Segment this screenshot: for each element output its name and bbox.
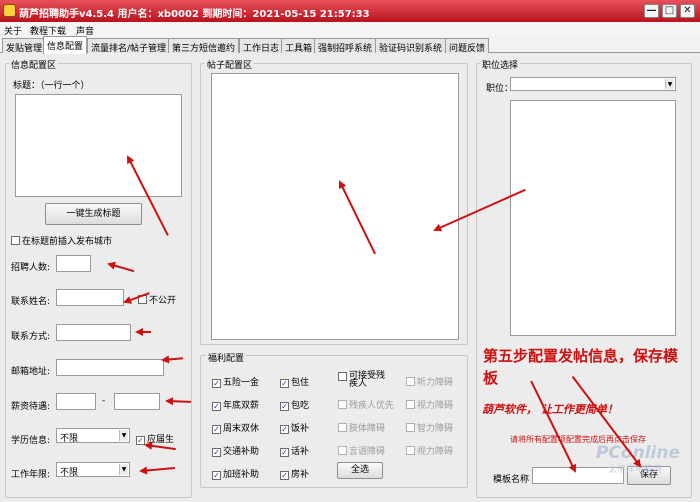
menu-bar: 关于 教程下载 声音: [0, 22, 700, 37]
tab-traffic-ranking[interactable]: 流量排名/帖子管理: [87, 38, 171, 54]
welfare-label: 五险一金: [223, 378, 260, 388]
post-config-group-label: 帖子配置区: [205, 58, 255, 71]
window-title: 葫芦招聘助手v4.5.4 用户名：xb0002 到期时间：2021-05-15 …: [19, 9, 370, 20]
minimize-button[interactable]: —: [644, 4, 659, 18]
insert-city-label: 在标题前插入发布城市: [22, 237, 113, 247]
salary-max-input[interactable]: [114, 393, 160, 410]
experience-select[interactable]: 不限 ▼: [56, 462, 130, 478]
welfare-checkbox-3[interactable]: ✓ 交通补助: [212, 444, 259, 457]
tab-sms-invite[interactable]: 第三方短信邀约: [168, 38, 240, 54]
education-value: 不限: [60, 434, 79, 444]
tab-work-log[interactable]: 工作日志: [239, 38, 284, 54]
tab-post-management[interactable]: 发贴管理: [2, 38, 47, 54]
post-content-textarea[interactable]: [211, 73, 459, 340]
position-list[interactable]: [510, 100, 676, 336]
welfare-label: 加班补助: [223, 470, 260, 480]
experience-value: 不限: [60, 468, 79, 478]
welfare-checkbox-2[interactable]: ✓ 周末双休: [212, 421, 259, 434]
title-label: 标题：（一行一个）: [13, 81, 90, 91]
email-input[interactable]: [56, 359, 164, 376]
disability-label: 可接受残疾人: [349, 371, 386, 389]
disability-label: 肢体障碍: [349, 424, 386, 434]
contact-method-label: 联系方式:: [11, 332, 51, 342]
contact-method-input[interactable]: [56, 324, 131, 341]
disability-label: 智力障碍: [417, 424, 454, 434]
email-label: 邮箱地址:: [11, 367, 51, 377]
education-select[interactable]: 不限 ▼: [56, 428, 130, 444]
welfare-checkbox-8[interactable]: ✓ 话补: [280, 444, 309, 457]
position-select[interactable]: ▼: [510, 77, 676, 91]
disability-checkbox-5: 视力障碍: [406, 398, 453, 411]
chevron-down-icon: ▼: [665, 79, 674, 89]
tab-feedback[interactable]: 问题反馈: [445, 38, 490, 54]
tab-captcha[interactable]: 验证码识别系统: [375, 38, 447, 54]
template-name-label: 模板名称: [493, 475, 530, 485]
welfare-checkbox-7[interactable]: ✓ 饭补: [280, 421, 309, 434]
disability-label: 视力障碍: [417, 447, 454, 457]
generate-title-button[interactable]: 一键生成标题: [45, 203, 142, 225]
contact-name-input[interactable]: [56, 289, 124, 306]
not-public-label: 不公开: [149, 296, 177, 306]
disability-label: 视力障碍: [417, 401, 454, 411]
insert-city-checkbox[interactable]: 在标题前插入发布城市: [11, 234, 112, 247]
disability-checkbox-7: 视力障碍: [406, 444, 453, 457]
salary-label: 薪资待遇:: [11, 402, 51, 412]
welfare-label: 话补: [291, 447, 310, 457]
welfare-label: 年底双薪: [223, 401, 260, 411]
disability-checkbox-6: 智力障碍: [406, 421, 453, 434]
education-label: 学历信息:: [11, 436, 51, 446]
salary-separator: -: [102, 396, 106, 406]
welfare-label: 包住: [291, 378, 310, 388]
welfare-checkbox-5[interactable]: ✓ 包住: [280, 375, 309, 388]
annotation-arrow: [135, 328, 151, 336]
app-icon: [3, 4, 16, 17]
position-label: 职位：: [486, 84, 514, 94]
chevron-down-icon: ▼: [119, 430, 128, 441]
chevron-down-icon: ▼: [119, 464, 128, 475]
contact-name-label: 联系姓名:: [11, 297, 51, 307]
step-annotation: 第五步配置发帖信息，保存模板: [483, 347, 679, 387]
disability-label: 残疾人优先: [349, 401, 395, 411]
welfare-checkbox-1[interactable]: ✓ 年底双薪: [212, 398, 259, 411]
tab-toolbox[interactable]: 工具箱: [281, 38, 317, 54]
disability-checkbox-3: 言语障碍: [338, 444, 385, 457]
welfare-label: 包吃: [291, 401, 310, 411]
welfare-checkbox-6[interactable]: ✓ 包吃: [280, 398, 309, 411]
welfare-label: 房补: [291, 470, 310, 480]
disability-label: 言语障碍: [349, 447, 386, 457]
disability-checkbox-1: 残疾人优先: [338, 398, 394, 411]
disability-checkbox-4: 听力障碍: [406, 375, 453, 388]
welfare-label: 饭补: [291, 424, 310, 434]
position-group-label: 职位选择: [480, 58, 521, 71]
welfare-checkbox-0[interactable]: ✓ 五险一金: [212, 375, 259, 388]
maximize-button[interactable]: □: [662, 4, 677, 18]
welfare-label: 交通补助: [223, 447, 260, 457]
tab-forced-greeting[interactable]: 强制招呼系统: [314, 38, 377, 54]
tab-info-config[interactable]: 信息配置: [43, 36, 88, 54]
title-textarea[interactable]: [15, 94, 182, 197]
recruit-count-label: 招聘人数:: [11, 263, 51, 273]
info-config-group-label: 信息配置区: [9, 58, 59, 71]
recruit-count-input[interactable]: [56, 255, 91, 272]
welfare-checkbox-9[interactable]: ✓ 房补: [280, 467, 309, 480]
tab-bar: 发贴管理 信息配置 流量排名/帖子管理 第三方短信邀约 工作日志 工具箱 强制招…: [0, 36, 700, 54]
welfare-group-label: 福利配置: [206, 351, 247, 364]
welfare-checkbox-4[interactable]: ✓ 加班补助: [212, 467, 259, 480]
title-bar: 葫芦招聘助手v4.5.4 用户名：xb0002 到期时间：2021-05-15 …: [0, 0, 700, 22]
select-all-button[interactable]: 全选: [337, 462, 383, 479]
graduate-checkbox[interactable]: ✓ 应届生: [136, 432, 174, 445]
close-button[interactable]: ✕: [680, 4, 695, 18]
salary-min-input[interactable]: [56, 393, 96, 410]
experience-label: 工作年限:: [11, 470, 51, 480]
disability-label: 听力障碍: [417, 378, 454, 388]
annotation-arrow: [166, 400, 192, 403]
welfare-label: 周末双休: [223, 424, 260, 434]
disability-checkbox-2: 肢体障碍: [338, 421, 385, 434]
disability-checkbox-0[interactable]: 可接受残疾人: [338, 371, 387, 389]
